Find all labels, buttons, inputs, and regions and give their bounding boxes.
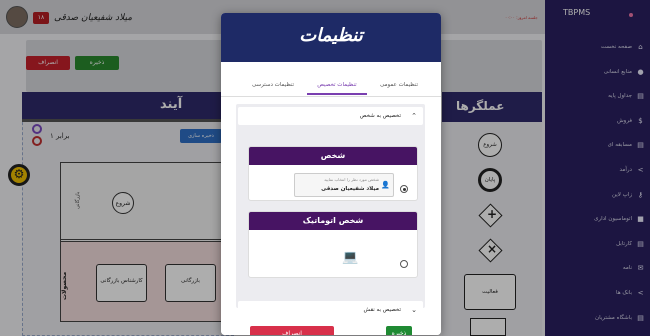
tab-assignment-settings[interactable]: تنظیمات تخصیص <box>307 78 367 95</box>
laptop-icon: 💻 <box>342 250 359 265</box>
chevron-up-icon: ⌃ <box>411 112 417 120</box>
tab-access-settings[interactable]: تنظیمات دسترسی <box>241 78 305 95</box>
user-icon: 👤 <box>381 181 390 189</box>
tab-general-settings[interactable]: تنظیمات عمومی <box>369 78 429 95</box>
auto-person-card: شخص اتوماتیک 💻 <box>248 211 418 278</box>
accordion-assign-person[interactable]: تخصیص به شخص ⌃ <box>238 107 423 125</box>
auto-person-radio[interactable] <box>400 260 408 268</box>
person-radio[interactable] <box>400 185 408 193</box>
tab-bar: تنظیمات عمومی تنظیمات تخصیص تنظیمات دستر… <box>221 75 441 97</box>
modal-cancel-button[interactable]: انصراف <box>250 326 334 335</box>
person-select[interactable]: شخص مورد نظر را انتخاب نمایید میلاد شفیع… <box>294 173 394 197</box>
app-root: ۱۸ میلاد شفیعیان صدقی جلسه امروز: ۰۰:۰۰ … <box>0 0 650 336</box>
card-title: شخص <box>249 147 417 165</box>
person-card: شخص شخص مورد نظر را انتخاب نمایید میلاد … <box>248 146 418 201</box>
settings-modal: تنظیمات تنظیمات عمومی تنظیمات تخصیص تنظی… <box>221 13 441 335</box>
accordion-title: تخصیص به شخص <box>359 113 401 119</box>
card-title: شخص اتوماتیک <box>249 212 417 230</box>
person-select-value: میلاد شفیعیان صدقی <box>321 186 379 192</box>
person-select-hint: شخص مورد نظر را انتخاب نمایید <box>324 177 379 182</box>
modal-title: تنظیمات <box>299 25 363 46</box>
modal-save-button[interactable]: ذخیره <box>386 326 412 335</box>
